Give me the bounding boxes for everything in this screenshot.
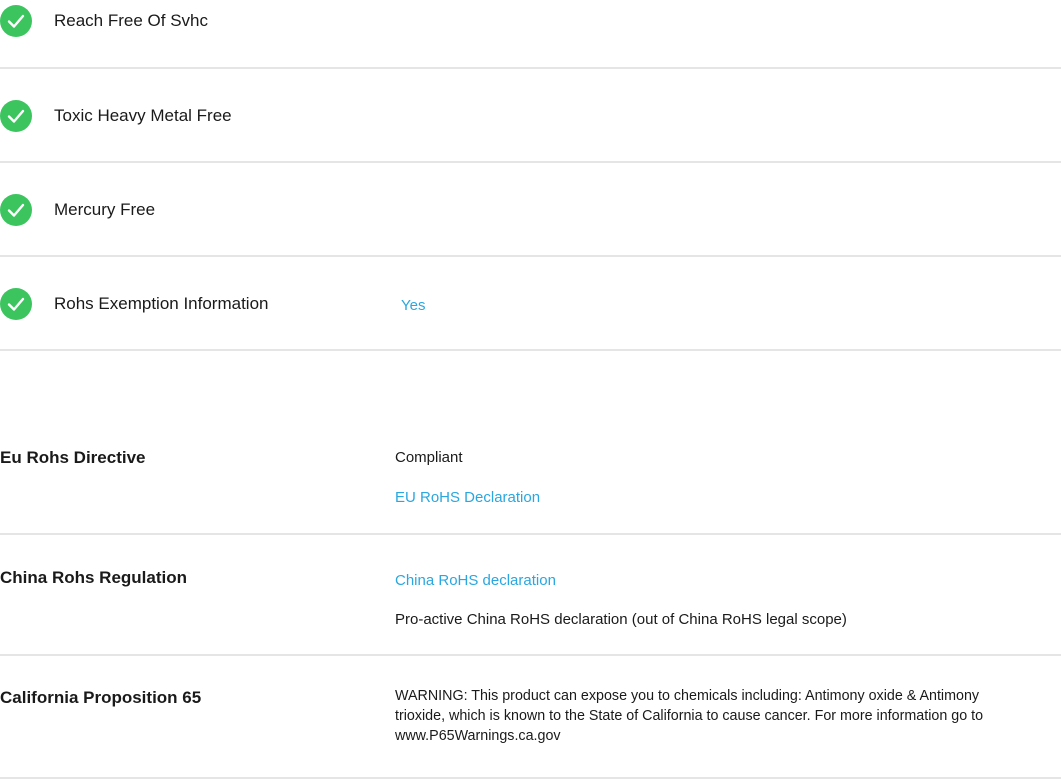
china-rohs-note: Pro-active China RoHS declaration (out o… xyxy=(395,611,847,628)
china-rohs-declaration-link[interactable]: China RoHS declaration xyxy=(395,571,556,591)
badge-label: Toxic Heavy Metal Free xyxy=(54,106,232,125)
check-circle-icon xyxy=(0,194,32,226)
divider xyxy=(0,161,1061,163)
rohs-exemption-value: Yes xyxy=(401,297,426,314)
divider xyxy=(0,67,1061,69)
divider xyxy=(0,255,1061,257)
check-circle-icon xyxy=(0,288,32,320)
divider xyxy=(0,349,1061,351)
badge-label: Rohs Exemption Information xyxy=(54,294,269,313)
divider xyxy=(0,777,1061,779)
eu-rohs-status: Compliant xyxy=(395,449,463,466)
badge-label: Mercury Free xyxy=(54,200,156,219)
check-circle-icon xyxy=(0,100,32,132)
eu-rohs-declaration-link[interactable]: EU RoHS Declaration xyxy=(395,488,540,508)
divider xyxy=(0,533,1061,535)
regulation-title: California Proposition 65 xyxy=(0,688,202,707)
check-circle-icon xyxy=(0,5,32,37)
prop65-warning-text: WARNING: This product can expose you to … xyxy=(395,688,984,744)
regulation-title: China Rohs Regulation xyxy=(0,568,187,587)
divider xyxy=(0,654,1061,656)
badge-label: Reach Free Of Svhc xyxy=(54,11,209,30)
regulation-title: Eu Rohs Directive xyxy=(0,448,146,467)
